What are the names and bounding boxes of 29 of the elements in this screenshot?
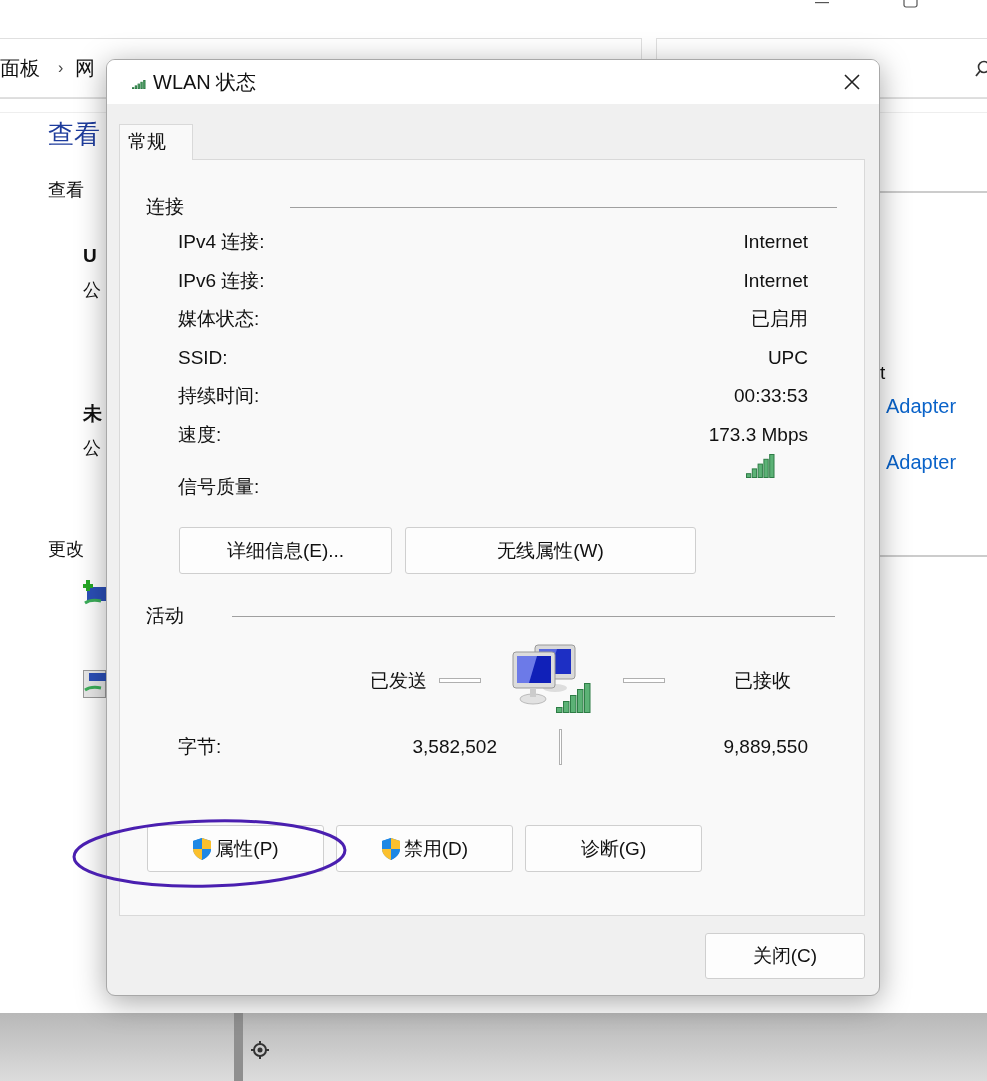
field-label: 媒体状态: xyxy=(178,307,260,332)
sent-label: 已发送 xyxy=(370,668,427,693)
field-label: 字节: xyxy=(178,735,223,759)
field-label: IPv6 连接: xyxy=(178,268,265,293)
field-label: 速度: xyxy=(178,422,222,447)
field-label: 持续时间: xyxy=(178,384,260,409)
group-label: 活动 xyxy=(146,604,184,628)
network-name: 未 xyxy=(83,402,102,426)
field-value: UPC xyxy=(767,346,808,369)
received-label: 已接收 xyxy=(734,668,791,693)
section-label: 更改 xyxy=(48,538,84,561)
group-label: 连接 xyxy=(146,195,184,219)
field-value: 173.3 Mbps xyxy=(708,423,808,446)
field-label: IPv4 连接: xyxy=(178,230,265,255)
label-text: t xyxy=(880,361,886,385)
field-value: Internet xyxy=(743,231,808,254)
field-label: SSID: xyxy=(178,346,228,369)
network-type: 公 xyxy=(83,437,102,460)
field-value: 9,889,550 xyxy=(722,736,808,758)
field-label: 信号质量: xyxy=(178,475,260,499)
window-title: WLAN 状态 xyxy=(153,69,258,95)
field-value: 已启用 xyxy=(751,307,808,332)
field-value: 00:33:53 xyxy=(734,385,808,408)
page-heading: 查看 xyxy=(48,118,100,151)
field-value: Internet xyxy=(743,269,808,292)
network-name: U xyxy=(83,244,98,268)
field-value: 3,582,502 xyxy=(411,736,497,758)
network-type: 公 xyxy=(83,279,101,302)
section-label: 查看 xyxy=(48,179,84,202)
